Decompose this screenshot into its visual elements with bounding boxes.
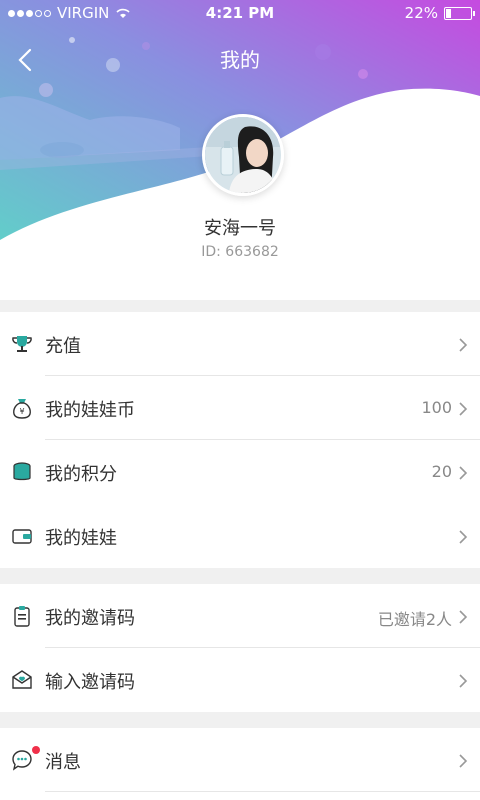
chevron-right-icon (459, 466, 468, 480)
chevron-right-icon (459, 338, 468, 352)
wallet-icon (12, 529, 32, 544)
trophy-icon (12, 336, 32, 352)
invite-count: 已邀请2人 (377, 610, 452, 629)
menu-item-enter-code[interactable]: 输入邀请码 (0, 648, 480, 712)
avatar[interactable] (202, 114, 284, 196)
menu-label: 消息 (45, 752, 81, 773)
menu-item-coins[interactable]: ¥ 我的娃娃币 100 (0, 376, 480, 440)
menu-label: 我的邀请码 (45, 608, 135, 629)
menu-label: 充值 (45, 336, 81, 357)
chat-bubble-icon (12, 750, 32, 771)
menu-item-messages[interactable]: 消息 (0, 728, 480, 792)
menu-item-invite-code[interactable]: 我的邀请码 已邀请2人 (0, 584, 480, 648)
row-divider (45, 791, 480, 792)
menu-label: 输入邀请码 (45, 672, 135, 693)
coin-stack-icon (13, 462, 31, 481)
svg-text:¥: ¥ (19, 407, 24, 416)
money-bag-icon: ¥ (13, 399, 31, 419)
menu-label: 我的积分 (45, 464, 117, 485)
menu-label: 我的娃娃 (45, 528, 117, 549)
battery-icon (444, 6, 475, 20)
coins-value: 100 (421, 398, 452, 417)
chevron-right-icon (459, 530, 468, 544)
menu-group-wallet: 充值 ¥ 我的娃娃币 100 我的积分 20 我的娃娃 (0, 312, 480, 568)
nav-bar: 我的 (0, 38, 480, 78)
battery-percent: 22% (404, 4, 438, 22)
chevron-right-icon (459, 754, 468, 768)
envelope-icon (12, 670, 32, 689)
chevron-right-icon (459, 674, 468, 688)
menu-label: 我的娃娃币 (45, 400, 135, 421)
status-bar: VIRGIN 4:21 PM 22% (0, 0, 480, 28)
profile-header: VIRGIN 4:21 PM 22% 我的 安海一号 ID: 663682 (0, 0, 480, 300)
username: 安海一号 (204, 218, 276, 239)
chevron-right-icon (459, 610, 468, 624)
menu-item-recharge[interactable]: 充值 (0, 312, 480, 376)
menu-item-dolls[interactable]: 我的娃娃 (0, 504, 480, 568)
menu-item-points[interactable]: 我的积分 20 (0, 440, 480, 504)
clipboard-icon (14, 606, 30, 627)
menu-group-messages: 消息 (0, 728, 480, 800)
points-value: 20 (431, 462, 452, 481)
user-id: ID: 663682 (201, 244, 279, 260)
menu-group-invite: 我的邀请码 已邀请2人 输入邀请码 (0, 584, 480, 712)
chevron-right-icon (459, 402, 468, 416)
unread-badge (32, 746, 40, 754)
page-title: 我的 (220, 48, 260, 72)
